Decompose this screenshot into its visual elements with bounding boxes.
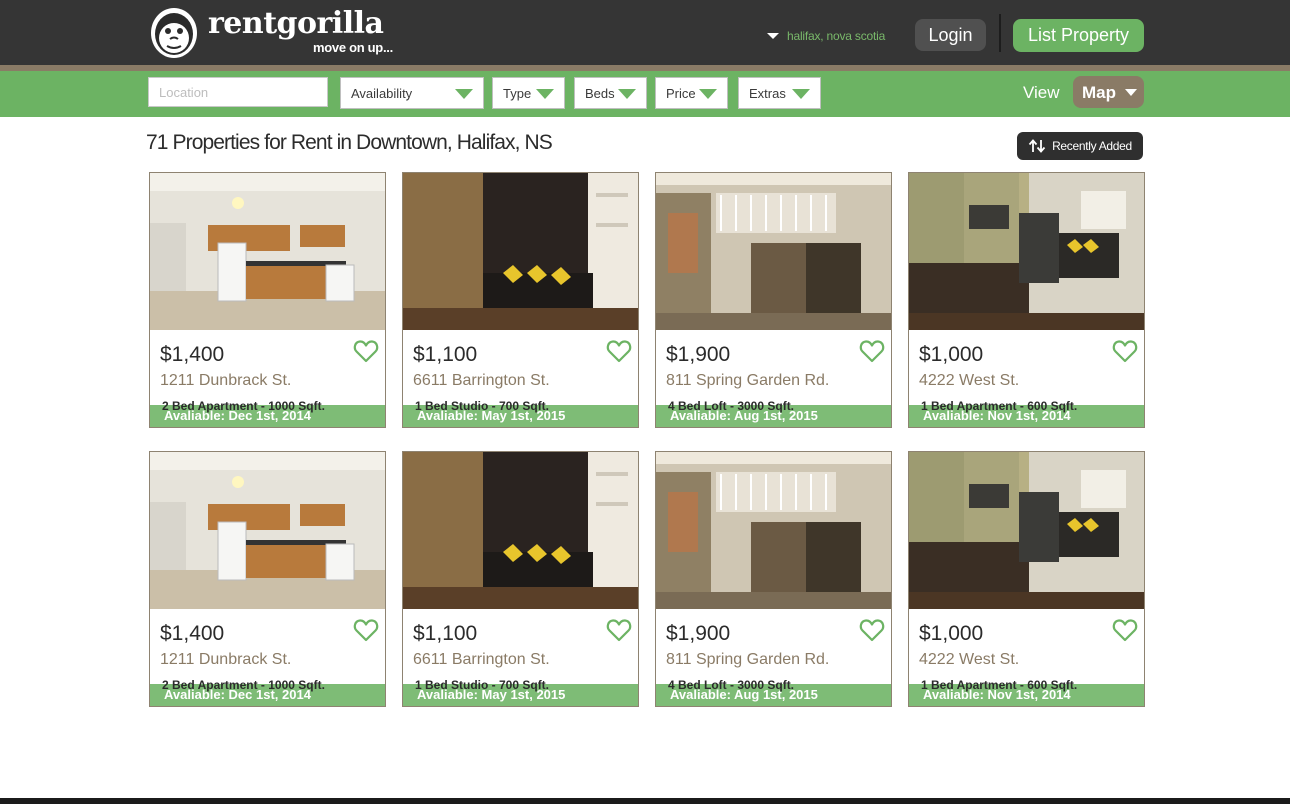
listing-card[interactable]: Avaliable: Aug 1st, 2015 $1,900 811 Spri… <box>655 451 892 707</box>
listing-price: $1,900 <box>666 622 731 645</box>
availability-filter[interactable]: Availability <box>340 77 484 109</box>
listing-card[interactable]: Avaliable: Aug 1st, 2015 $1,900 811 Spri… <box>655 172 892 428</box>
favorite-heart-icon[interactable] <box>1112 339 1138 363</box>
listing-photo[interactable] <box>150 452 385 609</box>
top-header: rentgorilla move on up... halifax, nova … <box>0 0 1290 65</box>
listing-details: 4 Bed Loft - 3000 Sqft. <box>668 399 795 413</box>
caret-down-icon <box>767 33 779 39</box>
listing-photo[interactable] <box>909 452 1144 609</box>
listing-address[interactable]: 811 Spring Garden Rd. <box>666 651 829 669</box>
listing-photo[interactable] <box>656 173 891 330</box>
favorite-heart-icon[interactable] <box>353 618 379 642</box>
price-filter-label: Price <box>666 86 696 101</box>
favorite-heart-icon[interactable] <box>606 618 632 642</box>
dropdown-arrow-icon <box>536 89 554 99</box>
footer-bar <box>0 798 1290 804</box>
type-filter-label: Type <box>503 86 532 101</box>
listing-photo[interactable] <box>403 452 638 609</box>
type-filter[interactable]: Type <box>492 77 565 109</box>
listing-details: 2 Bed Apartment - 1000 Sqft. <box>162 399 325 413</box>
listing-address[interactable]: 811 Spring Garden Rd. <box>666 372 829 390</box>
extras-filter[interactable]: Extras <box>738 77 821 109</box>
login-button[interactable]: Login <box>915 19 986 51</box>
view-mode-toggle[interactable]: Map <box>1073 76 1144 108</box>
header-divider <box>999 14 1001 52</box>
location-selector-label: halifax, nova scotia <box>787 29 886 43</box>
listing-address[interactable]: 1211 Dunbrack St. <box>160 651 291 669</box>
listing-details: 1 Bed Apartment - 600 Sqft. <box>921 678 1078 692</box>
listing-photo[interactable] <box>656 452 891 609</box>
listing-address[interactable]: 4222 West St. <box>919 372 1019 390</box>
filter-bar: Availability Type Beds Price Extras View… <box>0 71 1290 117</box>
location-search-input[interactable] <box>148 77 328 107</box>
dropdown-arrow-icon <box>699 89 717 99</box>
dropdown-arrow-icon <box>618 89 636 99</box>
favorite-heart-icon[interactable] <box>859 339 885 363</box>
list-property-button[interactable]: List Property <box>1013 19 1144 52</box>
sort-label: Recently Added <box>1052 139 1132 153</box>
listing-photo[interactable] <box>909 173 1144 330</box>
listing-address[interactable]: 6611 Barrington St. <box>413 372 550 390</box>
listing-photo[interactable] <box>403 173 638 330</box>
listing-photo[interactable] <box>150 173 385 330</box>
dropdown-arrow-icon <box>455 89 473 99</box>
caret-down-icon <box>1125 89 1137 96</box>
listing-card[interactable]: Avaliable: Dec 1st, 2014 $1,400 1211 Dun… <box>149 172 386 428</box>
listing-details: 1 Bed Studio - 700 Sqft. <box>415 399 550 413</box>
location-selector[interactable]: halifax, nova scotia <box>767 27 885 45</box>
listing-price: $1,400 <box>160 343 225 366</box>
beds-filter[interactable]: Beds <box>574 77 647 109</box>
favorite-heart-icon[interactable] <box>606 339 632 363</box>
logo-wordmark[interactable]: rentgorilla <box>208 6 384 42</box>
listing-details: 1 Bed Apartment - 600 Sqft. <box>921 399 1078 413</box>
sort-button[interactable]: Recently Added <box>1017 132 1143 160</box>
listing-price: $1,000 <box>919 343 984 366</box>
view-label: View <box>1023 83 1060 102</box>
listing-card[interactable]: Avaliable: Dec 1st, 2014 $1,400 1211 Dun… <box>149 451 386 707</box>
dropdown-arrow-icon <box>792 89 810 99</box>
listing-price: $1,100 <box>413 343 478 366</box>
results-title: 71 Properties for Rent in Downtown, Hali… <box>146 131 553 154</box>
listing-price: $1,400 <box>160 622 225 645</box>
logo-tagline: move on up... <box>313 40 393 55</box>
listing-card[interactable]: Avaliable: May 1st, 2015 $1,100 6611 Bar… <box>402 172 639 428</box>
listing-address[interactable]: 1211 Dunbrack St. <box>160 372 291 390</box>
gorilla-logo-icon[interactable] <box>150 7 198 59</box>
listing-details: 1 Bed Studio - 700 Sqft. <box>415 678 550 692</box>
listing-card[interactable]: Avaliable: Nov 1st, 2014 $1,000 4222 Wes… <box>908 172 1145 428</box>
listing-price: $1,000 <box>919 622 984 645</box>
sort-arrows-icon <box>1028 139 1046 153</box>
listing-price: $1,100 <box>413 622 478 645</box>
listing-price: $1,900 <box>666 343 731 366</box>
beds-filter-label: Beds <box>585 86 615 101</box>
listing-address[interactable]: 4222 West St. <box>919 651 1019 669</box>
listing-details: 2 Bed Apartment - 1000 Sqft. <box>162 678 325 692</box>
favorite-heart-icon[interactable] <box>353 339 379 363</box>
listing-details: 4 Bed Loft - 3000 Sqft. <box>668 678 795 692</box>
extras-filter-label: Extras <box>749 86 786 101</box>
listing-card[interactable]: Avaliable: May 1st, 2015 $1,100 6611 Bar… <box>402 451 639 707</box>
availability-filter-label: Availability <box>351 86 413 101</box>
favorite-heart-icon[interactable] <box>859 618 885 642</box>
view-mode-label: Map <box>1082 83 1116 102</box>
price-filter[interactable]: Price <box>655 77 728 109</box>
favorite-heart-icon[interactable] <box>1112 618 1138 642</box>
listing-address[interactable]: 6611 Barrington St. <box>413 651 550 669</box>
listing-card[interactable]: Avaliable: Nov 1st, 2014 $1,000 4222 Wes… <box>908 451 1145 707</box>
